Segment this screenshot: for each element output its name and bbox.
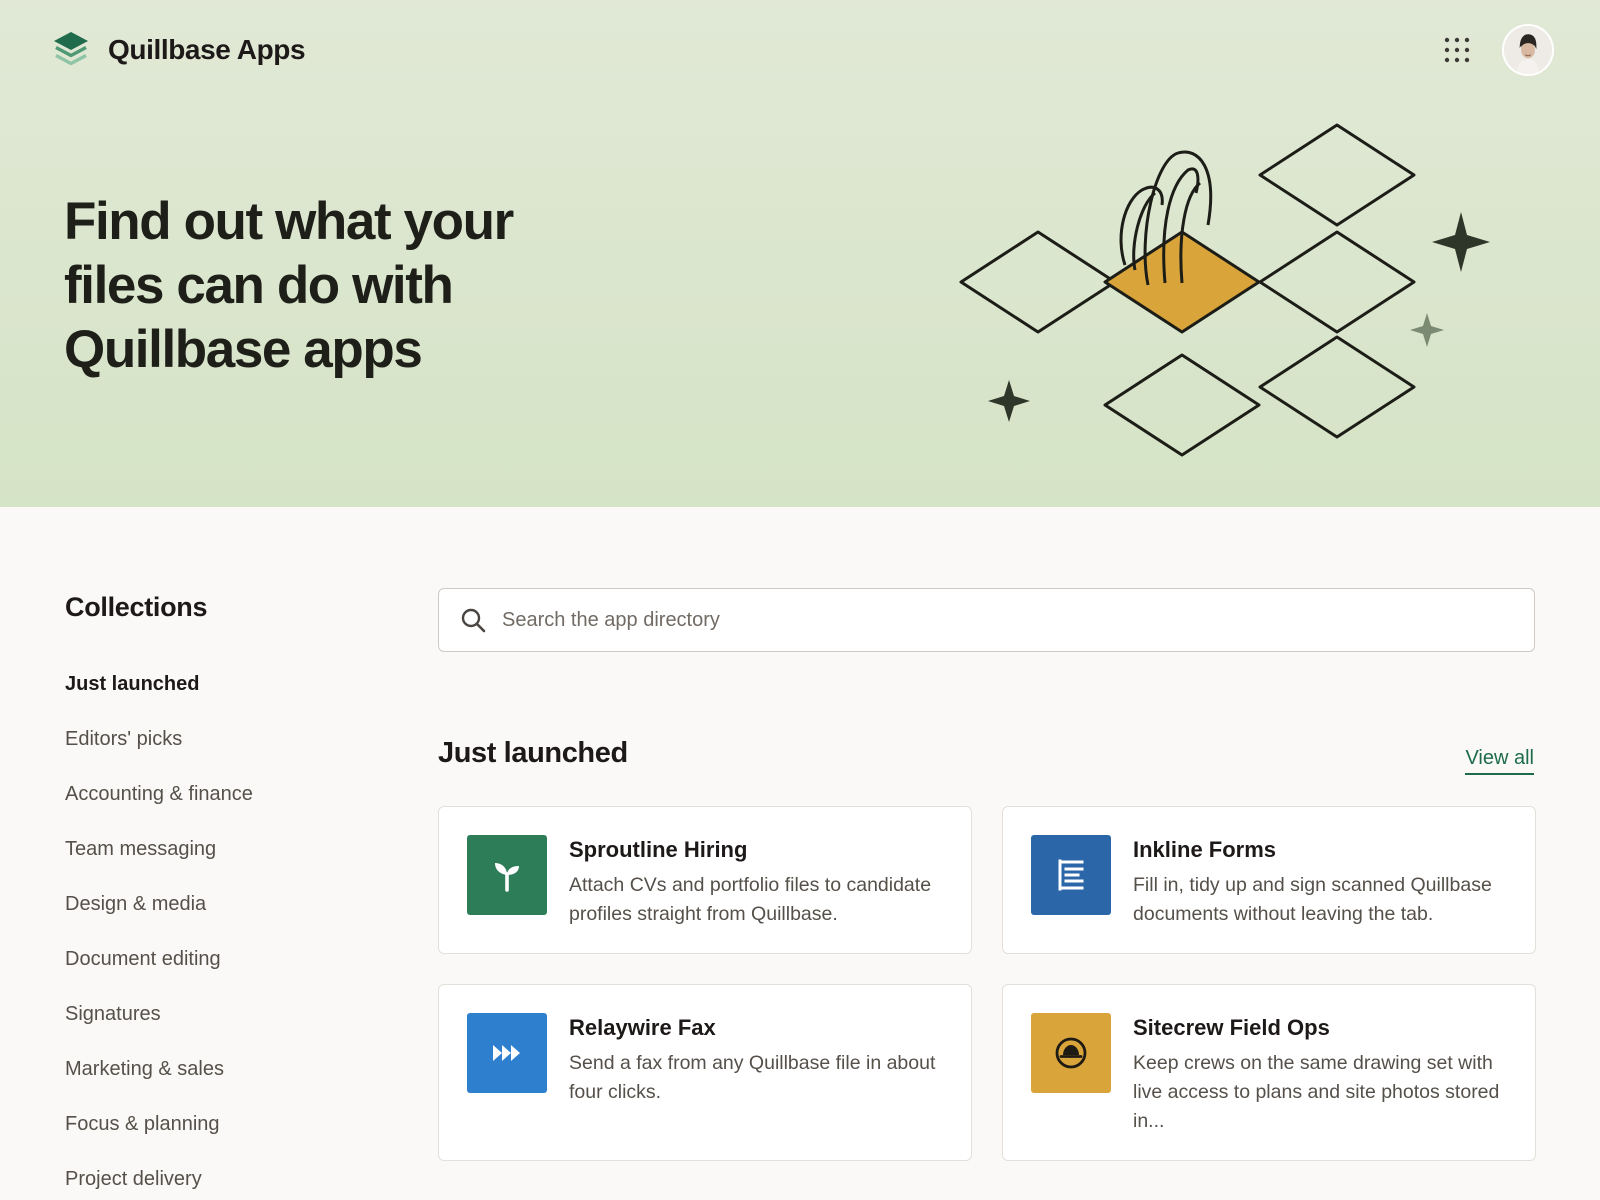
hard-hat-icon [1031, 1013, 1111, 1093]
view-all-link[interactable]: View all [1465, 745, 1534, 775]
collections-sidebar: Collections Just launched Editors' picks… [65, 590, 385, 1200]
top-bar: Quillbase Apps [52, 24, 1554, 76]
search-bar [438, 588, 1535, 652]
sidebar-item-project-delivery[interactable]: Project delivery [65, 1164, 385, 1200]
app-name: Relaywire Fax [569, 1015, 716, 1040]
app-description: Keep crews on the same drawing set with … [1133, 1052, 1500, 1132]
app-description: Send a fax from any Quillbase file in ab… [569, 1052, 936, 1103]
form-lines-icon [1031, 835, 1111, 915]
app-name: Sitecrew Field Ops [1133, 1015, 1330, 1040]
sidebar-item-just-launched[interactable]: Just launched [65, 669, 385, 724]
sidebar-item-editors-picks[interactable]: Editors' picks [65, 724, 385, 779]
grid-dots-icon[interactable] [1444, 37, 1470, 63]
hero-title: Find out what your files can do with Qui… [64, 192, 514, 379]
sprout-icon [467, 835, 547, 915]
sidebar-item-document-editing[interactable]: Document editing [65, 944, 385, 999]
user-avatar-icon[interactable] [1502, 24, 1554, 76]
brand[interactable]: Quillbase Apps [52, 30, 306, 70]
sidebar-item-accounting-finance[interactable]: Accounting & finance [65, 779, 385, 834]
app-description: Fill in, tidy up and sign scanned Quillb… [1133, 874, 1492, 925]
hero-banner: Quillbase Apps Find out what your files … [0, 0, 1600, 507]
app-card-sitecrew-field-ops[interactable]: Sitecrew Field Ops Keep crews on the sam… [1002, 984, 1536, 1161]
app-description: Attach CVs and portfolio files to candid… [569, 874, 932, 925]
app-name: Inkline Forms [1133, 837, 1277, 862]
sidebar-item-team-messaging[interactable]: Team messaging [65, 834, 385, 889]
app-card-inkline-forms[interactable]: Inkline Forms Fill in, tidy up and sign … [1002, 806, 1536, 954]
sidebar-item-marketing-sales[interactable]: Marketing & sales [65, 1054, 385, 1109]
diamond-grid-illustration [959, 123, 1490, 457]
collections-title: Collections [65, 592, 208, 622]
app-name: Sproutline Hiring [569, 837, 748, 862]
app-name: Quillbase Apps [108, 34, 306, 65]
sidebar-item-focus-planning[interactable]: Focus & planning [65, 1109, 385, 1164]
search-input[interactable] [502, 589, 1534, 651]
app-card-relaywire-fax[interactable]: Relaywire Fax Send a fax from any Quillb… [438, 984, 972, 1161]
search-icon [461, 608, 486, 633]
fast-forward-icon [467, 1013, 547, 1093]
collections-list: Just launched Editors' picks Accounting … [65, 669, 385, 1200]
app-card-sproutline-hiring[interactable]: Sproutline Hiring Attach CVs and portfol… [438, 806, 972, 954]
section-title: Just launched [438, 737, 628, 769]
sidebar-item-signatures[interactable]: Signatures [65, 999, 385, 1054]
sidebar-item-design-media[interactable]: Design & media [65, 889, 385, 944]
layers-logo-icon [54, 32, 88, 66]
